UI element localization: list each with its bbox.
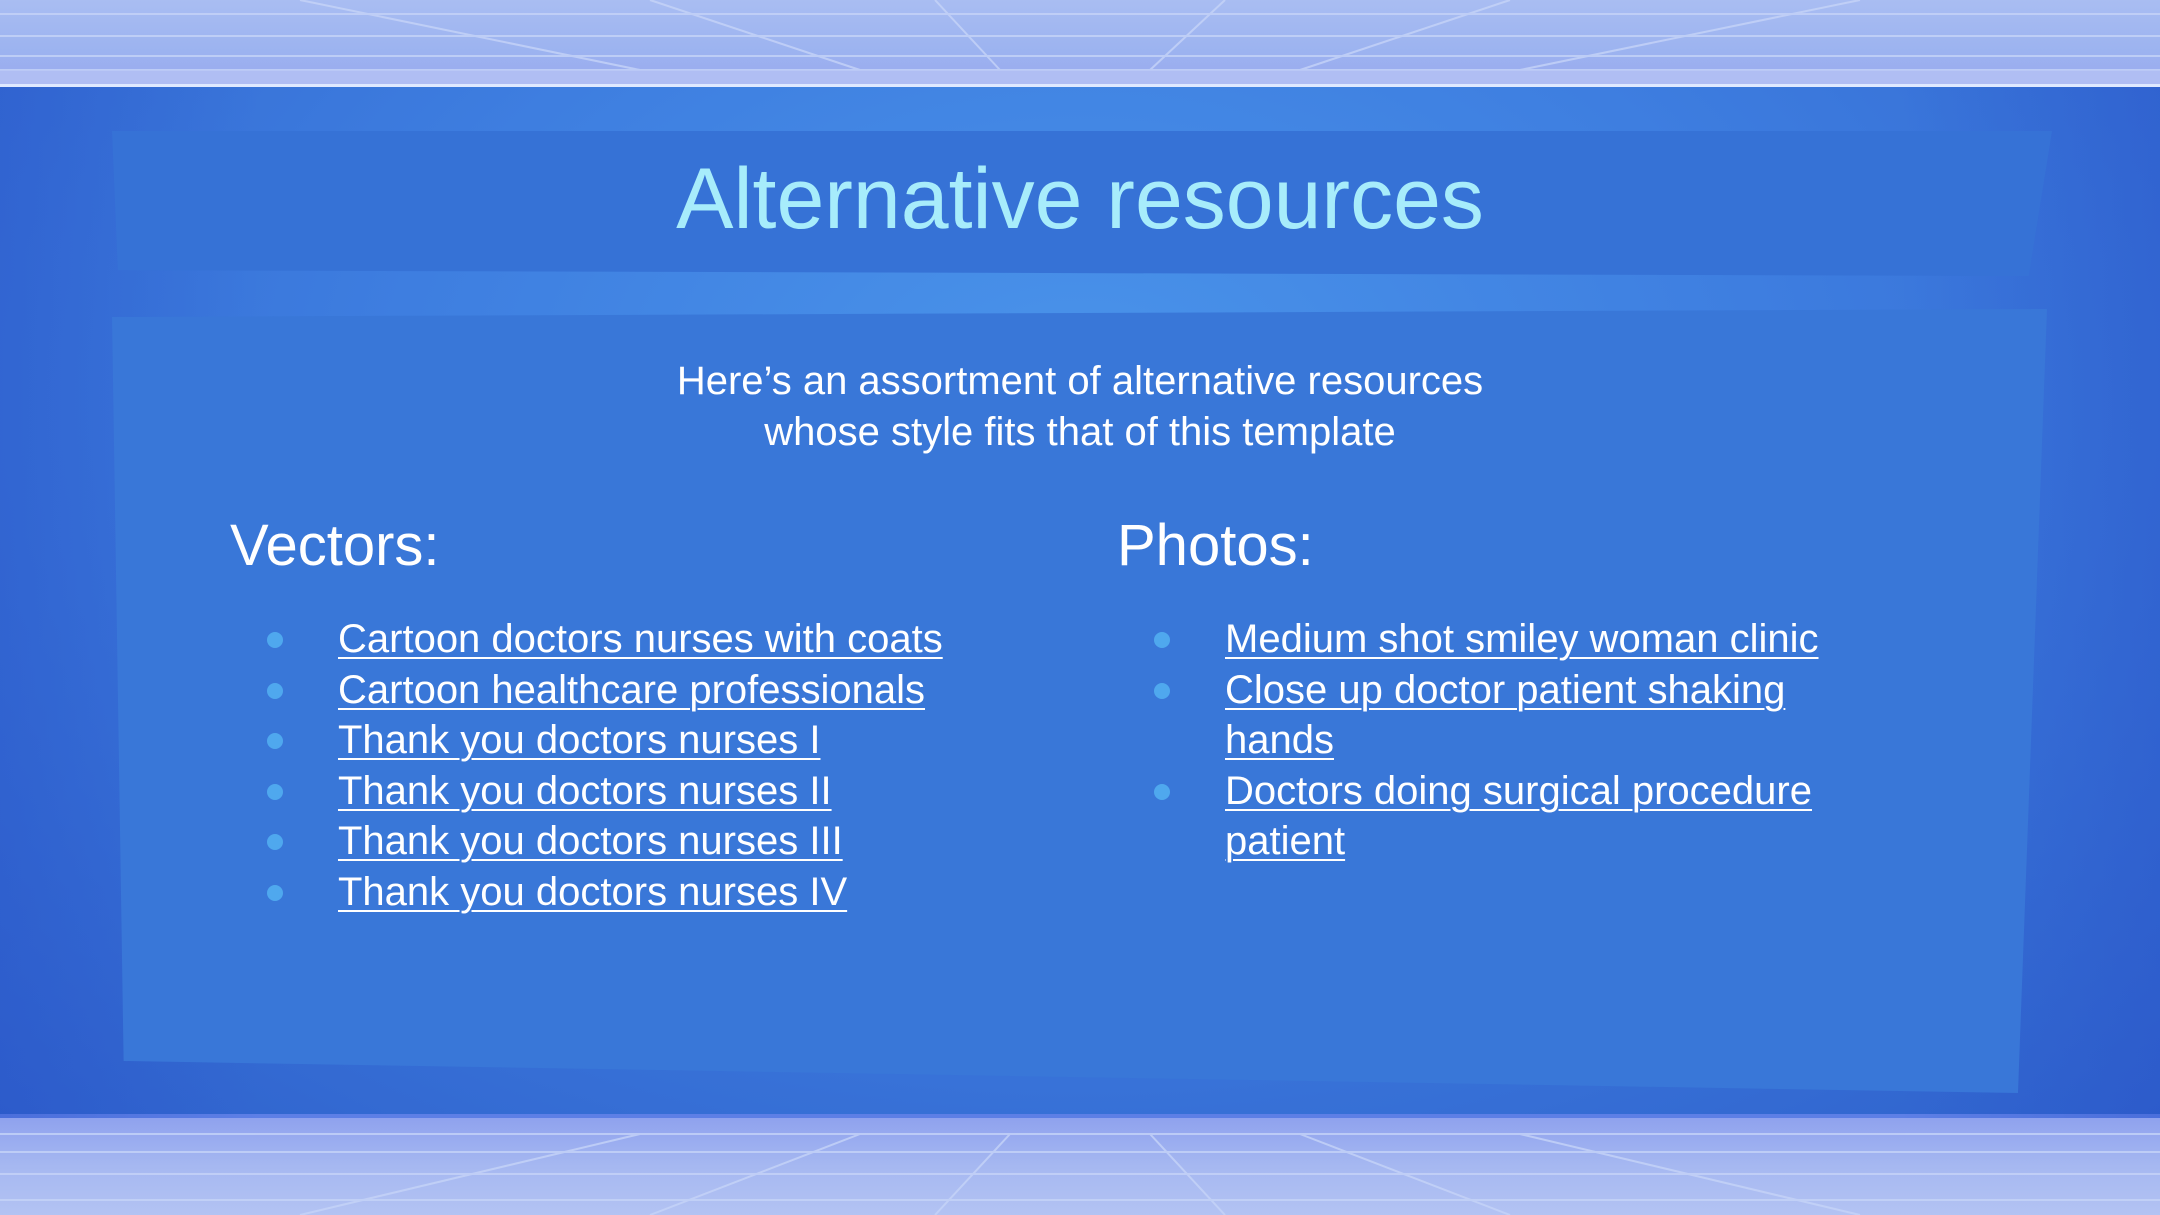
subtitle-line: Here’s an assortment of alternative reso…	[676, 359, 1484, 403]
photos-column: Photos: Medium shot smiley woman clinic …	[1117, 510, 1877, 863]
vectors-link-list: Cartoon doctors nurses with coats Cartoo…	[230, 614, 943, 917]
slide-title: Alternative resources	[676, 151, 1484, 247]
vectors-column: Vectors: Cartoon doctors nurses with coa…	[230, 510, 1030, 914]
vector-link-cartoon-doctors-nurses[interactable]: Cartoon doctors nurses with coats	[338, 617, 943, 661]
list-item: Thank you doctors nurses II	[230, 766, 943, 817]
bullet-icon	[267, 783, 283, 800]
grid-pattern-bottom	[0, 1133, 2160, 1215]
bullet-icon	[267, 884, 283, 901]
bottom-grid-band	[0, 1118, 2160, 1215]
list-item: Doctors doing surgical procedure patient	[1117, 766, 1885, 867]
vector-link-cartoon-healthcare[interactable]: Cartoon healthcare professionals	[338, 668, 925, 712]
bullet-icon	[1154, 682, 1170, 699]
grid-pattern-top	[0, 0, 2160, 86]
slide-subtitle: Here’s an assortment of alternative reso…	[0, 356, 2160, 458]
top-grid-band	[0, 0, 2160, 86]
list-item: Cartoon healthcare professionals	[230, 665, 943, 716]
list-item: Thank you doctors nurses I	[230, 715, 943, 766]
vector-link-thank-you-4[interactable]: Thank you doctors nurses IV	[338, 870, 847, 914]
list-item: Cartoon doctors nurses with coats	[230, 614, 943, 665]
bullet-icon	[267, 834, 283, 850]
photo-link-shaking-hands[interactable]: Close up doctor patient shaking hands	[1225, 668, 1785, 763]
photos-link-list: Medium shot smiley woman clinic Close up…	[1117, 614, 1885, 867]
bullet-icon	[267, 632, 283, 648]
bullet-icon	[1154, 783, 1170, 800]
list-item: Thank you doctors nurses IV	[230, 867, 943, 918]
list-item: Medium shot smiley woman clinic	[1117, 614, 1885, 665]
bullet-icon	[267, 682, 283, 699]
bullet-icon	[1154, 632, 1170, 648]
vector-link-thank-you-3[interactable]: Thank you doctors nurses III	[338, 819, 843, 863]
list-item: Close up doctor patient shaking hands	[1117, 665, 1885, 766]
list-item: Thank you doctors nurses III	[230, 816, 943, 867]
photo-link-smiley-woman[interactable]: Medium shot smiley woman clinic	[1225, 617, 1819, 661]
bullet-icon	[267, 733, 283, 749]
photo-link-surgical-procedure[interactable]: Doctors doing surgical procedure patient	[1225, 769, 1812, 864]
subtitle-line: whose style fits that of this template	[764, 410, 1396, 454]
vectors-heading: Vectors:	[230, 513, 440, 578]
photos-heading: Photos:	[1117, 513, 1314, 578]
vector-link-thank-you-2[interactable]: Thank you doctors nurses II	[338, 769, 832, 813]
vector-link-thank-you-1[interactable]: Thank you doctors nurses I	[338, 718, 820, 762]
